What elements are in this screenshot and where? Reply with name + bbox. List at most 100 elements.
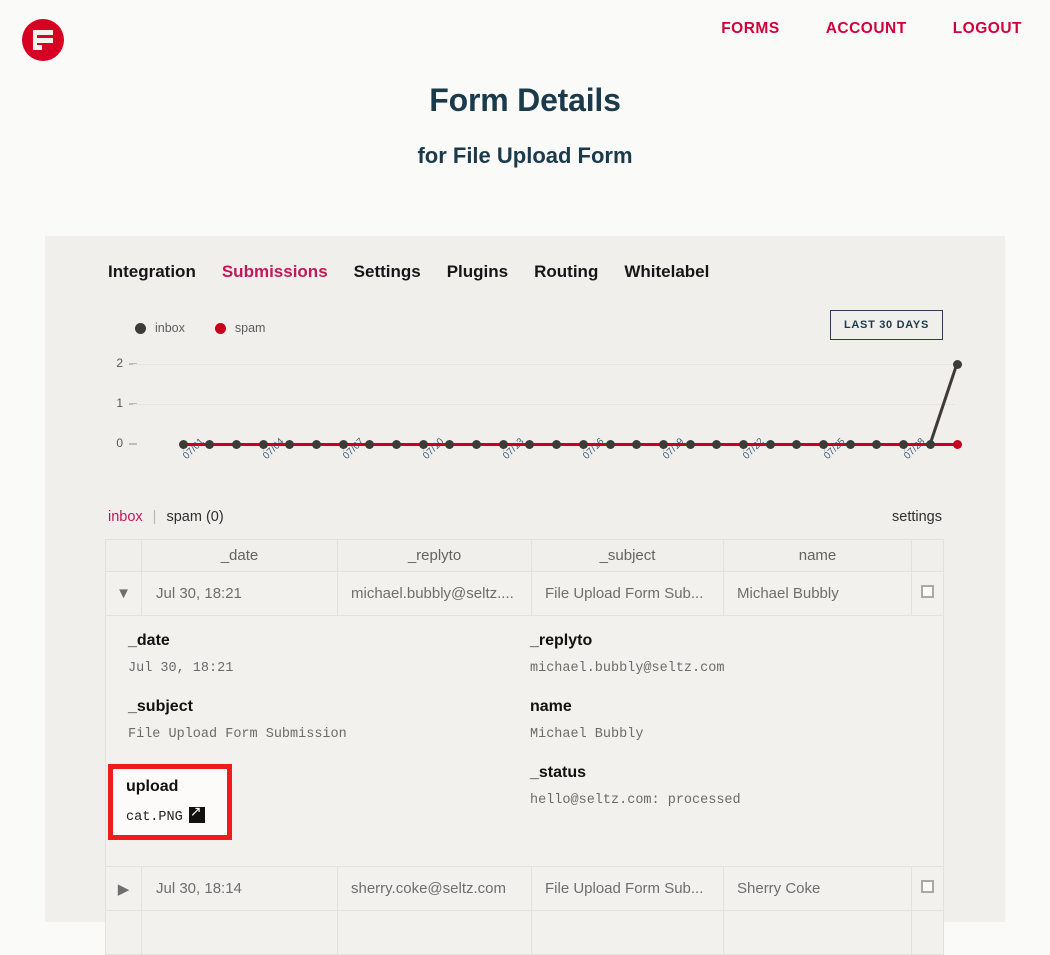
cell-name-text: Michael Bubbly: [725, 585, 910, 602]
cell-empty: [532, 911, 724, 955]
filter-spam[interactable]: spam (0): [166, 509, 223, 525]
detail-column-right: _replyto michael.bubbly@seltz.com name M…: [530, 632, 930, 830]
cell-name: Sherry Coke: [724, 867, 912, 911]
tab-settings[interactable]: Settings: [354, 262, 421, 282]
detail-key-date: _date: [128, 632, 508, 650]
detail-value-replyto: michael.bubbly@seltz.com: [530, 661, 930, 676]
column-header-name[interactable]: name: [724, 540, 912, 572]
nav-forms[interactable]: FORMS: [721, 20, 779, 38]
formspree-logo[interactable]: [22, 19, 64, 61]
row-checkbox[interactable]: [921, 880, 934, 893]
data-point-inbox[interactable]: [312, 440, 321, 449]
data-point-inbox[interactable]: [953, 360, 962, 369]
tab-routing[interactable]: Routing: [534, 262, 598, 282]
column-header-expand: [106, 540, 142, 572]
main-nav: FORMS ACCOUNT LOGOUT: [721, 20, 1022, 38]
tab-plugins[interactable]: Plugins: [447, 262, 508, 282]
top-bar: FORMS ACCOUNT LOGOUT: [0, 0, 1050, 68]
data-point-inbox[interactable]: [632, 440, 641, 449]
detail-key-replyto: _replyto: [530, 632, 930, 650]
data-point-inbox[interactable]: [659, 440, 668, 449]
filter-separator: |: [153, 509, 157, 525]
detail-field-replyto: _replyto michael.bubbly@seltz.com: [530, 632, 930, 676]
row-expand-toggle[interactable]: ▼: [106, 572, 142, 616]
data-point-spam[interactable]: [953, 440, 962, 449]
cell-select[interactable]: [912, 867, 944, 911]
data-point-inbox[interactable]: [419, 440, 428, 449]
tab-bar: Integration Submissions Settings Plugins…: [108, 262, 709, 282]
submission-detail-cell: _date Jul 30, 18:21 _subject File Upload…: [106, 616, 944, 867]
cell-empty: [724, 911, 912, 955]
data-point-inbox[interactable]: [846, 440, 855, 449]
detail-field-subject: _subject File Upload Form Submission: [128, 698, 508, 742]
cell-empty: [338, 911, 532, 955]
cell-empty: [106, 911, 142, 955]
tab-integration[interactable]: Integration: [108, 262, 196, 282]
data-point-inbox[interactable]: [766, 440, 775, 449]
data-point-inbox[interactable]: [339, 440, 348, 449]
cell-name: Michael Bubbly: [724, 572, 912, 616]
cell-select[interactable]: [912, 572, 944, 616]
cell-empty: [912, 911, 944, 955]
column-header-subject[interactable]: _subject: [532, 540, 724, 572]
data-point-inbox[interactable]: [926, 440, 935, 449]
legend-label-spam: spam: [235, 321, 266, 335]
external-link-icon[interactable]: [191, 793, 207, 809]
legend-label-inbox: inbox: [155, 321, 185, 335]
date-range-button[interactable]: LAST 30 DAYS: [830, 310, 943, 340]
filter-inbox[interactable]: inbox: [108, 509, 143, 525]
data-point-inbox[interactable]: [499, 440, 508, 449]
data-point-inbox[interactable]: [259, 440, 268, 449]
gridline: [133, 404, 955, 405]
column-header-select: [912, 540, 944, 572]
detail-value-status: hello@seltz.com: processed: [530, 793, 930, 808]
nav-logout[interactable]: LOGOUT: [953, 20, 1022, 38]
tab-submissions[interactable]: Submissions: [222, 262, 328, 282]
data-point-inbox[interactable]: [179, 440, 188, 449]
y-axis-tick: [129, 443, 137, 445]
table-header-row: _date _replyto _subject name: [106, 540, 944, 572]
data-point-inbox[interactable]: [552, 440, 561, 449]
chart-legend: inbox spam: [135, 321, 265, 335]
upload-filename[interactable]: cat.PNG: [128, 796, 185, 811]
data-point-inbox[interactable]: [606, 440, 615, 449]
detail-value-name: Michael Bubbly: [530, 727, 930, 742]
tab-whitelabel[interactable]: Whitelabel: [624, 262, 709, 282]
column-header-date[interactable]: _date: [142, 540, 338, 572]
data-point-inbox[interactable]: [232, 440, 241, 449]
row-checkbox[interactable]: [921, 585, 934, 598]
chart-plot-area: 01207/0107/0407/0707/1007/1307/1607/1907…: [45, 340, 1005, 500]
y-axis-tick-label: 0: [105, 436, 123, 450]
data-point-inbox[interactable]: [445, 440, 454, 449]
data-point-inbox[interactable]: [392, 440, 401, 449]
data-point-inbox[interactable]: [686, 440, 695, 449]
cell-replyto: michael.bubbly@seltz....: [338, 572, 532, 616]
detail-value-date: Jul 30, 18:21: [128, 661, 508, 676]
data-point-inbox[interactable]: [872, 440, 881, 449]
data-point-inbox[interactable]: [899, 440, 908, 449]
data-point-inbox[interactable]: [205, 440, 214, 449]
nav-account[interactable]: ACCOUNT: [826, 20, 907, 38]
detail-key-status: _status: [530, 764, 930, 782]
data-point-inbox[interactable]: [365, 440, 374, 449]
table-row[interactable]: ▶ Jul 30, 18:14 sherry.coke@seltz.com Fi…: [106, 867, 944, 911]
data-point-inbox[interactable]: [579, 440, 588, 449]
row-expand-toggle[interactable]: ▶: [106, 867, 142, 911]
cell-subject: File Upload Form Sub...: [532, 572, 724, 616]
submissions-table: _date _replyto _subject name ▼ Jul 30, 1…: [105, 539, 944, 955]
data-point-inbox[interactable]: [472, 440, 481, 449]
column-header-replyto[interactable]: _replyto: [338, 540, 532, 572]
data-point-inbox[interactable]: [285, 440, 294, 449]
legend-dot-spam: [215, 323, 226, 334]
logo-bar-bottom: [33, 45, 42, 50]
cell-subject-text: File Upload Form Sub...: [533, 585, 722, 602]
cell-date: Jul 30, 18:14: [142, 867, 338, 911]
data-point-inbox[interactable]: [525, 440, 534, 449]
data-point-inbox[interactable]: [712, 440, 721, 449]
table-row[interactable]: ▼ Jul 30, 18:21 michael.bubbly@seltz....…: [106, 572, 944, 616]
data-point-inbox[interactable]: [739, 440, 748, 449]
data-point-inbox[interactable]: [819, 440, 828, 449]
data-point-inbox[interactable]: [792, 440, 801, 449]
settings-link[interactable]: settings: [892, 509, 942, 525]
cell-subject-text: File Upload Form Sub...: [533, 880, 722, 897]
